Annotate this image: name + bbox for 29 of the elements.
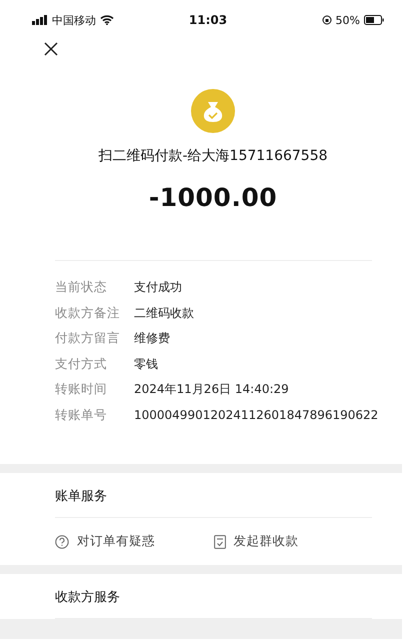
service-link[interactable]: 发起群收款 [214, 531, 372, 552]
detail-value: 10000499012024112601847896190622 [134, 408, 378, 422]
detail-label: 转账时间 [55, 381, 108, 398]
detail-value: 零钱 [134, 356, 158, 373]
service-link[interactable]: 对订单有疑惑 [55, 531, 214, 552]
detail-label: 支付方式 [55, 356, 108, 373]
detail-label: 转账单号 [55, 406, 108, 424]
payment-amount: -1000.00 [148, 183, 278, 212]
section-title: 账单服务 [55, 488, 108, 506]
clock-time: 11:03 [188, 13, 228, 27]
battery-icon [364, 15, 384, 25]
carrier-name: 中国移动 [52, 12, 96, 28]
money-bag-icon [191, 89, 235, 133]
signal-icon [32, 15, 48, 25]
close-icon[interactable] [44, 42, 58, 56]
detail-value: 2024年11月26日 14:40:29 [134, 381, 289, 398]
detail-value: 二维码收款 [134, 304, 194, 322]
wifi-icon [100, 15, 114, 25]
battery-percentage: 50% [336, 14, 360, 26]
section-title: 收款方服务 [55, 589, 121, 607]
detail-value: 支付成功 [134, 279, 182, 296]
detail-label: 收款方备注 [55, 304, 121, 322]
detail-value: 维修费 [134, 330, 170, 348]
detail-label: 当前状态 [55, 279, 108, 296]
document-icon [214, 534, 226, 548]
question-icon [55, 534, 69, 548]
detail-label: 付款方留言 [55, 330, 121, 348]
payment-title: 扫二维码付款-给大海15711667558 [98, 147, 328, 165]
orientation-lock-icon [322, 15, 332, 25]
